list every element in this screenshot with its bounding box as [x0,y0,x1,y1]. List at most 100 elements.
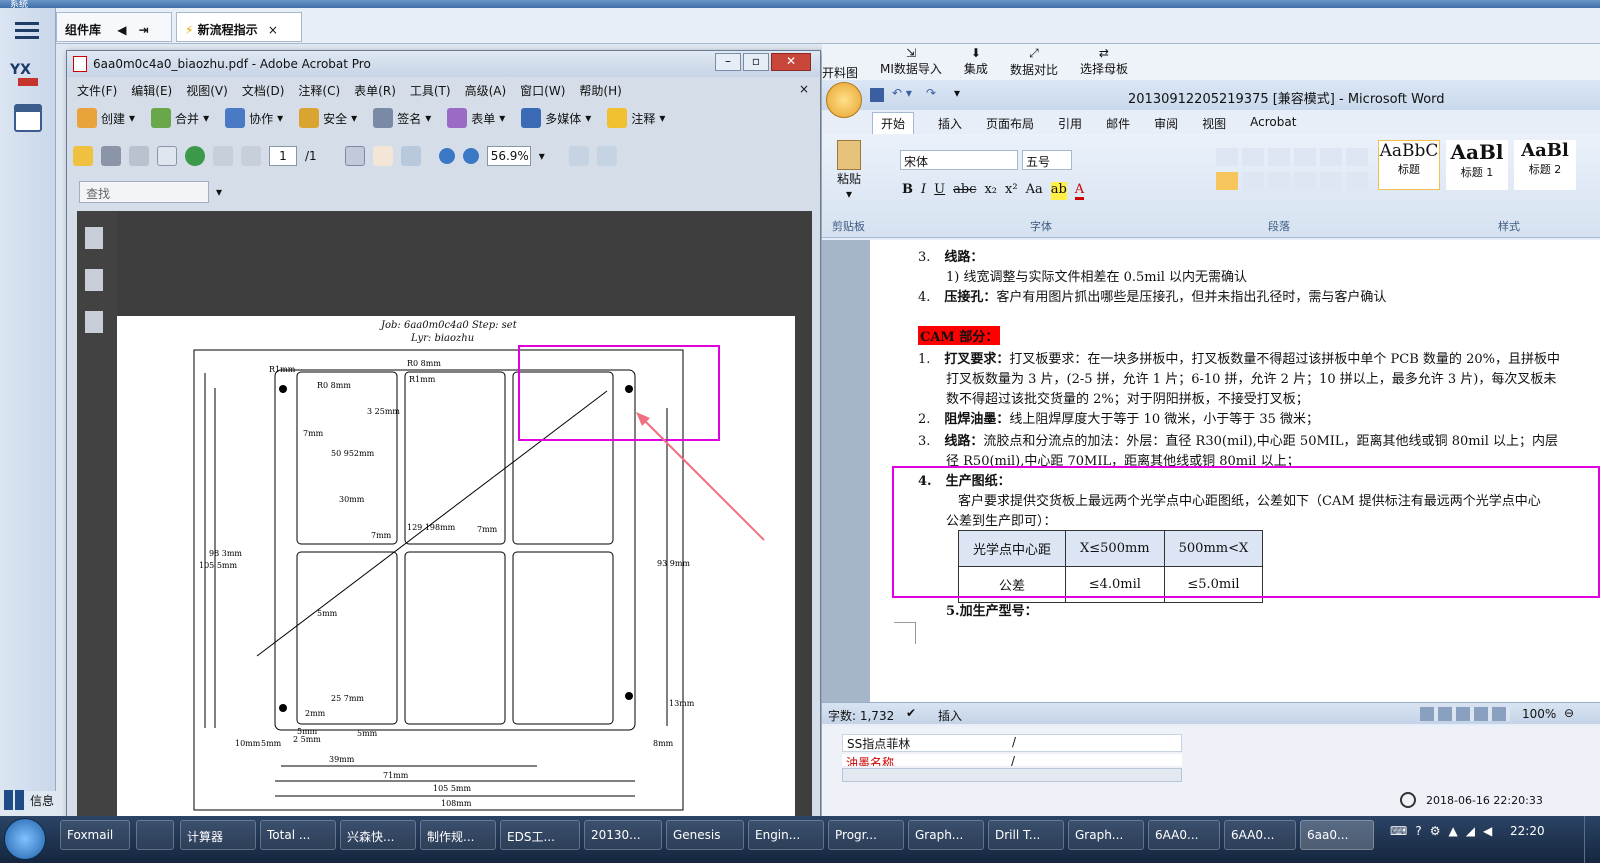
tab-component-library[interactable]: 组件库 ◀ ⇥ [56,12,172,42]
increase-indent-icon[interactable] [1320,148,1342,166]
taskbar-time[interactable]: 22:20 [1510,824,1545,838]
search-box[interactable]: 查找 ▾ [79,181,222,203]
menu-advanced[interactable]: 高级(A) [465,82,507,99]
menu-comment[interactable]: 注释(C) [298,82,340,99]
collaborate-button[interactable]: 协作 ▾ [221,106,287,130]
superscript-button[interactable]: x² [1005,182,1018,200]
style-title[interactable]: AaBbC 标题 [1378,140,1440,190]
yx-icon[interactable]: YX [10,58,44,88]
office-button[interactable] [826,82,862,118]
comment-button[interactable]: 注释 ▾ [603,106,669,130]
pin-icon[interactable]: ⇥ [139,23,149,37]
menu-view[interactable]: 视图(V) [186,82,228,99]
highlight-button[interactable]: ab [1050,182,1067,200]
style-heading2[interactable]: AaBl 标题 2 [1514,140,1576,190]
menu-file[interactable]: 文件(F) [77,82,117,99]
zoom-out-icon[interactable] [438,148,455,164]
maximize-button[interactable]: ▫ [743,53,769,71]
proofing-icon[interactable]: ✔ [906,706,916,720]
sort-icon[interactable] [1346,148,1368,166]
task-xinsen[interactable]: 兴森快... [340,820,416,850]
menu-edit[interactable]: 编辑(E) [131,82,172,99]
ribbon-btn-4[interactable]: ⇄ 选择母板 [1080,46,1128,80]
italic-button[interactable]: I [921,182,926,200]
email-icon[interactable] [157,146,177,166]
task-total[interactable]: Total ... [260,820,336,850]
save-icon[interactable] [870,88,884,102]
show-desktop-button[interactable] [1584,816,1600,863]
task-eds[interactable]: EDS工... [500,820,580,850]
ribbon-btn-0[interactable]: 开料图 [822,64,858,80]
view-buttons[interactable] [1420,707,1510,721]
combine-button[interactable]: 合并 ▾ [147,106,213,130]
fit-width-icon[interactable] [568,146,589,166]
horizontal-scrollbar[interactable] [842,768,1182,782]
strike-button[interactable]: abc [953,182,976,200]
task-icon-app[interactable] [136,820,174,850]
zoom-in-icon[interactable] [462,148,479,164]
next-page-icon[interactable] [241,146,261,166]
minimize-button[interactable]: – [715,53,741,71]
prev-page-icon[interactable] [213,146,233,166]
bold-button[interactable]: B [902,182,913,200]
ribbon-btn-2[interactable]: ⬇ 集成 [964,46,988,80]
close-button[interactable]: ✕ [771,53,811,71]
search-input[interactable]: 查找 [86,187,110,201]
network-icon[interactable]: ◢ [1466,824,1475,838]
zoom-input[interactable]: 56.9% [486,146,531,166]
info-button[interactable]: 信息 [4,790,54,810]
justify-icon[interactable] [1294,172,1316,190]
chevron-left-icon[interactable]: ◀ [117,23,126,37]
start-button[interactable] [4,818,46,860]
tab-page-layout[interactable]: 页面布局 [986,112,1034,134]
select-cursor-icon[interactable] [344,146,365,166]
align-center-icon[interactable] [1242,172,1264,190]
insert-mode[interactable]: 插入 [938,707,962,724]
line-spacing-icon[interactable] [1346,172,1368,190]
tab-acrobat[interactable]: Acrobat [1250,112,1296,134]
settings-icon[interactable]: ⚙ [1430,824,1441,838]
menu-icon[interactable] [10,16,44,46]
word-count[interactable]: 字数: 1,732 [828,707,894,724]
menu-document[interactable]: 文档(D) [242,82,285,99]
calendar-icon[interactable] [14,104,42,132]
bullets-icon[interactable] [1216,148,1238,166]
tab-new-process[interactable]: ⚡ 新流程指示 × [176,12,302,42]
tray-expand-icon[interactable]: ▲ [1448,824,1457,838]
task-engin[interactable]: Engin... [748,820,824,850]
zoom-dropdown-icon[interactable]: ▾ [539,149,545,163]
close-icon[interactable]: × [268,23,278,37]
page-number-input[interactable]: 1 [269,146,297,166]
zoom-out-icon[interactable]: ⊖ [1564,706,1574,720]
redo-icon[interactable]: ↷ [926,86,936,100]
create-button[interactable]: 创建 ▾ [73,106,139,130]
hand-icon[interactable] [372,146,393,166]
zoom-tool-icon[interactable] [400,146,421,166]
task-6aa0-pdf[interactable]: 6aa0... [1300,820,1374,850]
fit-page-icon[interactable] [596,146,617,166]
attachments-icon[interactable] [85,269,103,291]
menu-forms[interactable]: 表单(R) [354,82,396,99]
task-graph1[interactable]: Graph... [908,820,984,850]
task-6aa0-1[interactable]: 6AA0... [1148,820,1220,850]
task-progr[interactable]: Progr... [828,820,904,850]
ribbon-btn-3[interactable]: ⤢ 数据对比 [1010,46,1058,80]
multimedia-button[interactable]: 多媒体 ▾ [517,106,595,130]
font-name-select[interactable]: 宋体 [900,150,1018,170]
task-genesis[interactable]: Genesis [666,820,744,850]
menu-close-icon[interactable]: × [799,82,809,96]
comments-icon[interactable] [85,311,103,333]
forms-button[interactable]: 表单 ▾ [443,106,509,130]
tab-insert[interactable]: 插入 [938,112,962,134]
secure-button[interactable]: 安全 ▾ [295,106,361,130]
task-calculator[interactable]: 计算器 [180,820,256,850]
keyboard-icon[interactable]: ⌨ [1390,824,1407,838]
open-folder-icon[interactable] [73,146,93,166]
task-6aa0-2[interactable]: 6AA0... [1224,820,1296,850]
print-icon[interactable] [101,146,121,166]
help-icon[interactable]: ? [1415,824,1421,838]
tab-view[interactable]: 视图 [1202,112,1226,134]
font-color-button[interactable]: A [1074,182,1085,200]
qat-dropdown-icon[interactable]: ▾ [954,86,960,100]
paste-button[interactable]: 粘贴 ▾ [832,140,866,201]
